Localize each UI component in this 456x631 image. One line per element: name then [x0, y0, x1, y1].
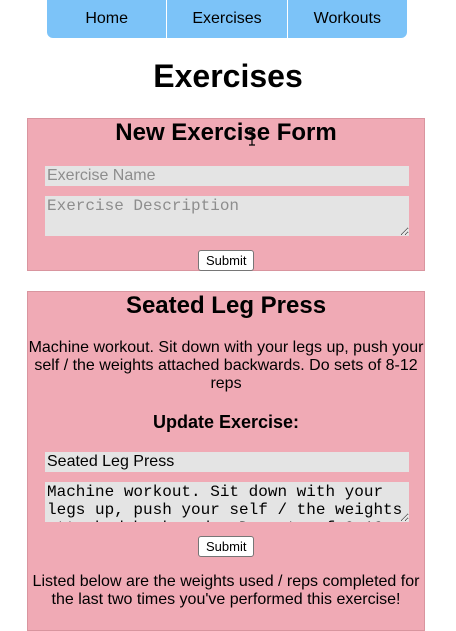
exercise-title: Seated Leg Press — [125, 292, 327, 319]
nav-exercises[interactable]: Exercises — [167, 0, 288, 38]
exercise-description: Machine workout. Sit down with your legs… — [28, 339, 424, 392]
submit-new-exercise-button[interactable]: Submit — [198, 250, 255, 271]
page-title: Exercises — [153, 58, 303, 94]
history-note: Listed below are the weights used / reps… — [32, 573, 420, 608]
exercise-name-input[interactable] — [45, 166, 409, 186]
form-title: New Exercise Form — [115, 119, 337, 146]
new-exercise-form: New Exercise Form Submit — [27, 118, 425, 271]
nav-workouts[interactable]: Workouts — [288, 0, 407, 38]
submit-update-button[interactable]: Submit — [198, 536, 255, 557]
exercise-description-input[interactable] — [45, 196, 409, 236]
text-cursor-icon — [249, 130, 255, 146]
update-name-input[interactable] — [45, 452, 409, 472]
update-exercise-heading: Update Exercise: — [152, 412, 300, 432]
exercise-card: Seated Leg Press Machine workout. Sit do… — [27, 291, 425, 631]
main-nav: Home Exercises Workouts — [47, 0, 407, 38]
update-description-input[interactable]: Machine workout. Sit down with your legs… — [45, 482, 409, 522]
nav-home[interactable]: Home — [47, 0, 168, 38]
